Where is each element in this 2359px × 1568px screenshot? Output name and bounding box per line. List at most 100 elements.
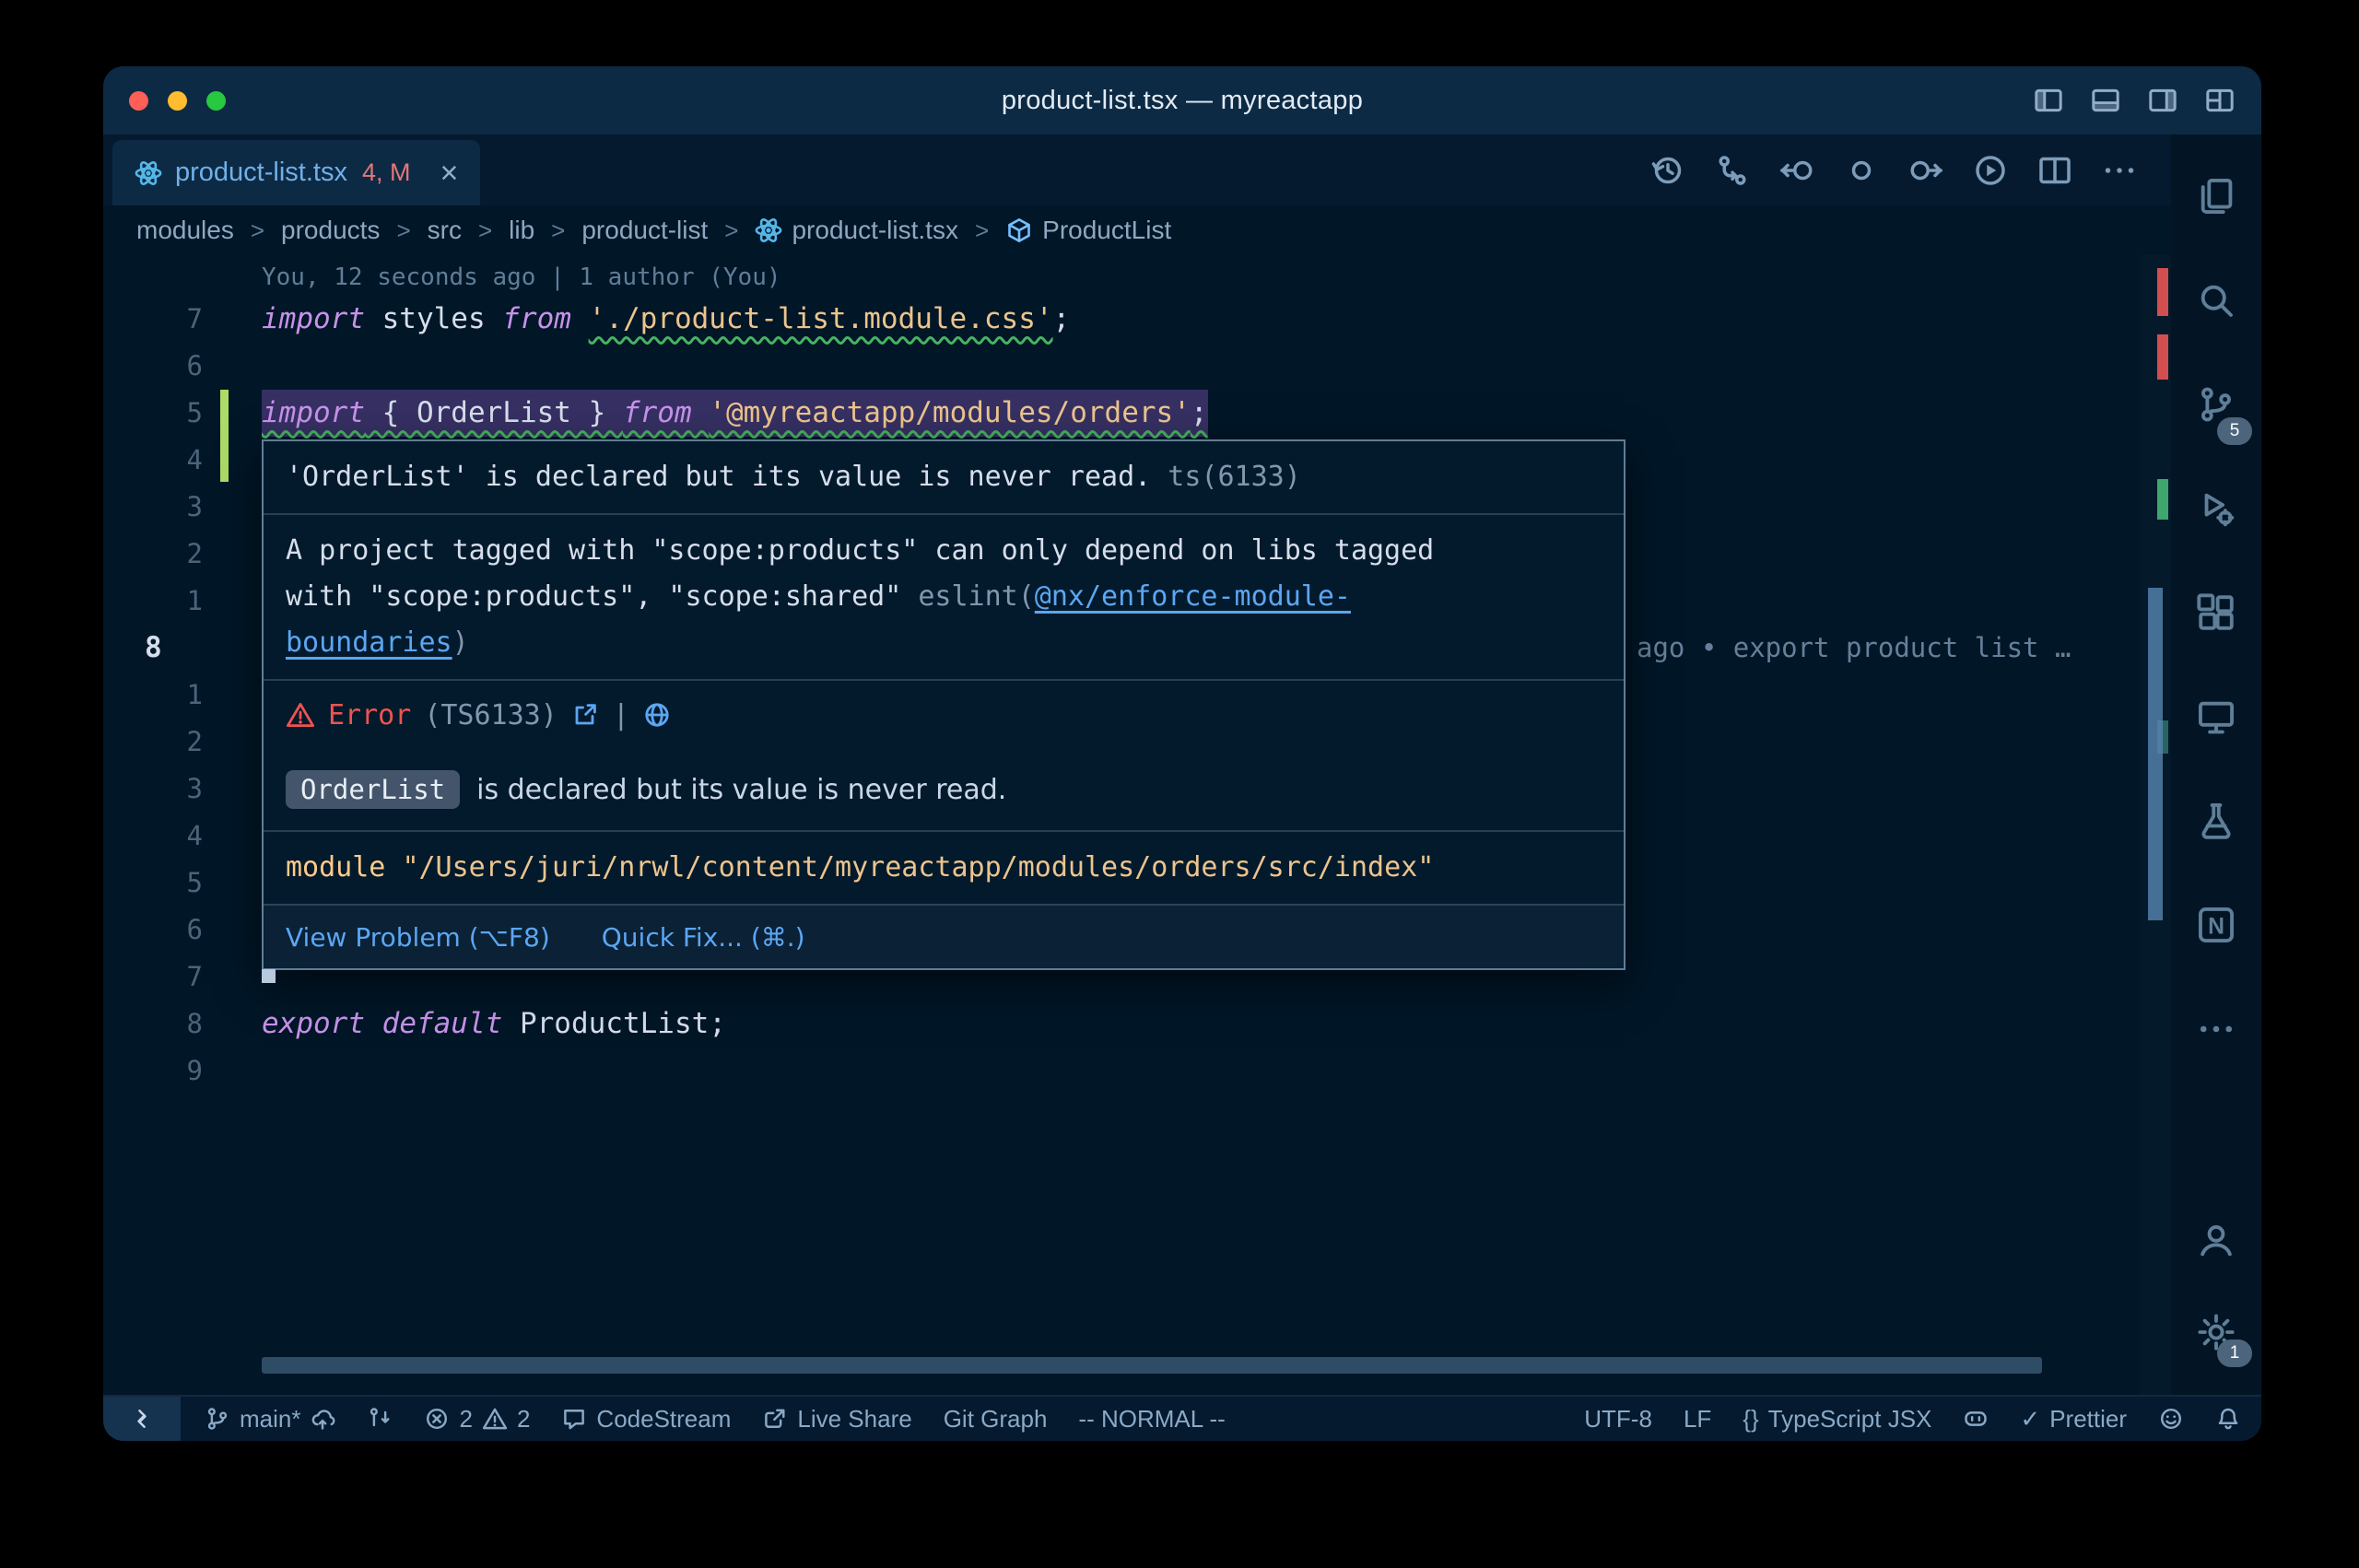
sidebar-item-run-debug[interactable]: [2171, 456, 2261, 560]
code-line[interactable]: 9: [103, 1047, 2140, 1094]
codestream-item[interactable]: CodeStream: [561, 1405, 731, 1433]
code-line[interactable]: 5import { OrderList } from '@myreactapp/…: [103, 390, 2140, 437]
toggle-secondary-sidebar-icon[interactable]: [2147, 85, 2178, 116]
code-text[interactable]: export default ProductList;: [262, 1000, 726, 1047]
vertical-scrollbar-thumb[interactable]: [2148, 588, 2163, 920]
sidebar-item-testing[interactable]: [2171, 768, 2261, 872]
ts-diagnostic-text: 'OrderList' is declared but its value is…: [286, 461, 1151, 493]
tab-bar: product-list.tsx 4, M ×: [103, 135, 2171, 205]
hover-error-row: Error(TS6133) |: [264, 679, 1624, 749]
navigate-back-icon[interactable]: [1778, 152, 1815, 189]
code-text[interactable]: import styles from './product-list.modul…: [262, 296, 1070, 343]
vscode-window: product-list.tsx — myreactapp product-li…: [103, 66, 2261, 1441]
line-number: 3: [103, 766, 203, 813]
sidebar-item-settings[interactable]: 1: [2171, 1286, 2261, 1378]
line-number: 8: [103, 1000, 203, 1047]
code-editor[interactable]: You, 12 seconds ago | 1 author (You) 7im…: [103, 255, 2171, 1395]
test-flask-icon: [2196, 801, 2236, 841]
chevron-separator: >: [251, 216, 264, 245]
code-line[interactable]: 8 export default ProductList;: [103, 1000, 2140, 1047]
quick-fix-action[interactable]: Quick Fix... (⌘.): [602, 922, 805, 953]
vim-mode-indicator[interactable]: -- NORMAL --: [1078, 1405, 1225, 1433]
sidebar-item-more[interactable]: [2171, 977, 2261, 1081]
code-line[interactable]: 7import styles from './product-list.modu…: [103, 296, 2140, 343]
breadcrumb-file[interactable]: product-list.tsx: [755, 216, 958, 245]
remote-icon: [129, 1406, 155, 1432]
git-sync-icon: [367, 1406, 393, 1432]
traffic-lights: [129, 66, 226, 135]
tab-problems-modified-badge: 4, M: [362, 158, 411, 187]
breadcrumb-product-list-folder[interactable]: product-list: [581, 216, 708, 245]
ruler-added-mark: [2157, 479, 2168, 520]
globe-icon[interactable]: [642, 700, 672, 730]
close-window-button[interactable]: [129, 91, 148, 111]
titlebar: product-list.tsx — myreactapp: [103, 66, 2261, 135]
more-actions-icon[interactable]: [2101, 152, 2138, 189]
toggle-panel-icon[interactable]: [2090, 85, 2121, 116]
tab-close-icon[interactable]: ×: [440, 158, 458, 189]
customize-layout-icon[interactable]: [2204, 85, 2236, 116]
more-views-icon: [2196, 1009, 2236, 1049]
language-label: TypeScript JSX: [1768, 1405, 1932, 1433]
editor-actions: [1649, 135, 2171, 205]
navigate-forward-icon[interactable]: [1907, 152, 1944, 189]
split-editor-icon[interactable]: [2036, 152, 2073, 189]
toggle-primary-sidebar-icon[interactable]: [2033, 85, 2064, 116]
language-mode-indicator[interactable]: {} TypeScript JSX: [1743, 1405, 1931, 1433]
git-graph-item[interactable]: Git Graph: [944, 1405, 1048, 1433]
horizontal-scrollbar-thumb[interactable]: [262, 1357, 2042, 1374]
breadcrumb-products[interactable]: products: [281, 216, 380, 245]
git-sync-indicator[interactable]: [367, 1406, 393, 1432]
breadcrumb-modules[interactable]: modules: [136, 216, 234, 245]
view-problem-action[interactable]: View Problem (⌥F8): [286, 922, 550, 953]
code-text[interactable]: import { OrderList } from '@myreactapp/m…: [262, 390, 1208, 437]
breadcrumb-symbol[interactable]: ProductList: [1005, 216, 1171, 245]
sidebar-item-extensions[interactable]: [2171, 560, 2261, 664]
hover-resize-grip[interactable]: [262, 969, 276, 983]
live-share-item[interactable]: Live Share: [762, 1405, 911, 1433]
hover-module-row: module "/Users/juri/nrwl/content/myreact…: [264, 830, 1624, 904]
notifications-indicator[interactable]: [2215, 1406, 2241, 1432]
error-circle-icon: [424, 1406, 450, 1432]
branch-indicator[interactable]: main*: [205, 1405, 335, 1433]
git-blame-annotation: You, 12 seconds ago | 1 author (You): [262, 257, 781, 298]
line-number: 7: [103, 954, 203, 1000]
eol-indicator[interactable]: LF: [1684, 1405, 1711, 1433]
tab-label: product-list.tsx: [175, 158, 347, 188]
sidebar-item-source-control[interactable]: 5: [2171, 352, 2261, 456]
error-label: Error: [328, 699, 411, 731]
breadcrumb-lib[interactable]: lib: [509, 216, 534, 245]
line-number: 2: [103, 719, 203, 766]
run-file-icon[interactable]: [1972, 152, 2009, 189]
sidebar-item-remote-explorer[interactable]: [2171, 664, 2261, 768]
copilot-indicator[interactable]: [1963, 1406, 1989, 1432]
timeline-history-icon[interactable]: [1649, 152, 1686, 189]
ruler-error-mark: [2157, 268, 2168, 316]
module-path: "/Users/juri/nrwl/content/myreactapp/mod…: [402, 851, 1434, 883]
sidebar-item-search[interactable]: [2171, 248, 2261, 352]
prettier-indicator[interactable]: ✓ Prettier: [2020, 1405, 2127, 1433]
sidebar-item-account[interactable]: [2171, 1194, 2261, 1286]
sidebar-item-nx-console[interactable]: N: [2171, 872, 2261, 977]
git-compare-icon[interactable]: [1714, 152, 1751, 189]
zoom-window-button[interactable]: [206, 91, 226, 111]
error-code: (TS6133): [424, 699, 557, 731]
minimize-window-button[interactable]: [168, 91, 187, 111]
encoding-indicator[interactable]: UTF-8: [1584, 1405, 1652, 1433]
tab-product-list[interactable]: product-list.tsx 4, M ×: [112, 140, 480, 205]
ts-diagnostic-source: ts(6133): [1151, 461, 1301, 493]
breakpoint-circle-icon[interactable]: [1843, 152, 1880, 189]
inline-blame-hint: ago • export product list …: [1637, 625, 2071, 672]
feedback-indicator[interactable]: [2158, 1406, 2184, 1432]
sidebar-item-explorer[interactable]: [2171, 144, 2261, 248]
search-icon: [2196, 280, 2236, 321]
line-number: 1: [103, 578, 203, 625]
remote-indicator[interactable]: [103, 1397, 181, 1441]
line-number: 9: [103, 1047, 203, 1094]
breadcrumb-symbol-label: ProductList: [1042, 216, 1171, 245]
problems-indicator[interactable]: 2 2: [424, 1405, 530, 1433]
code-line[interactable]: 6: [103, 343, 2140, 390]
open-external-icon[interactable]: [570, 700, 600, 730]
svg-text:N: N: [2208, 914, 2224, 939]
breadcrumb-src[interactable]: src: [428, 216, 462, 245]
